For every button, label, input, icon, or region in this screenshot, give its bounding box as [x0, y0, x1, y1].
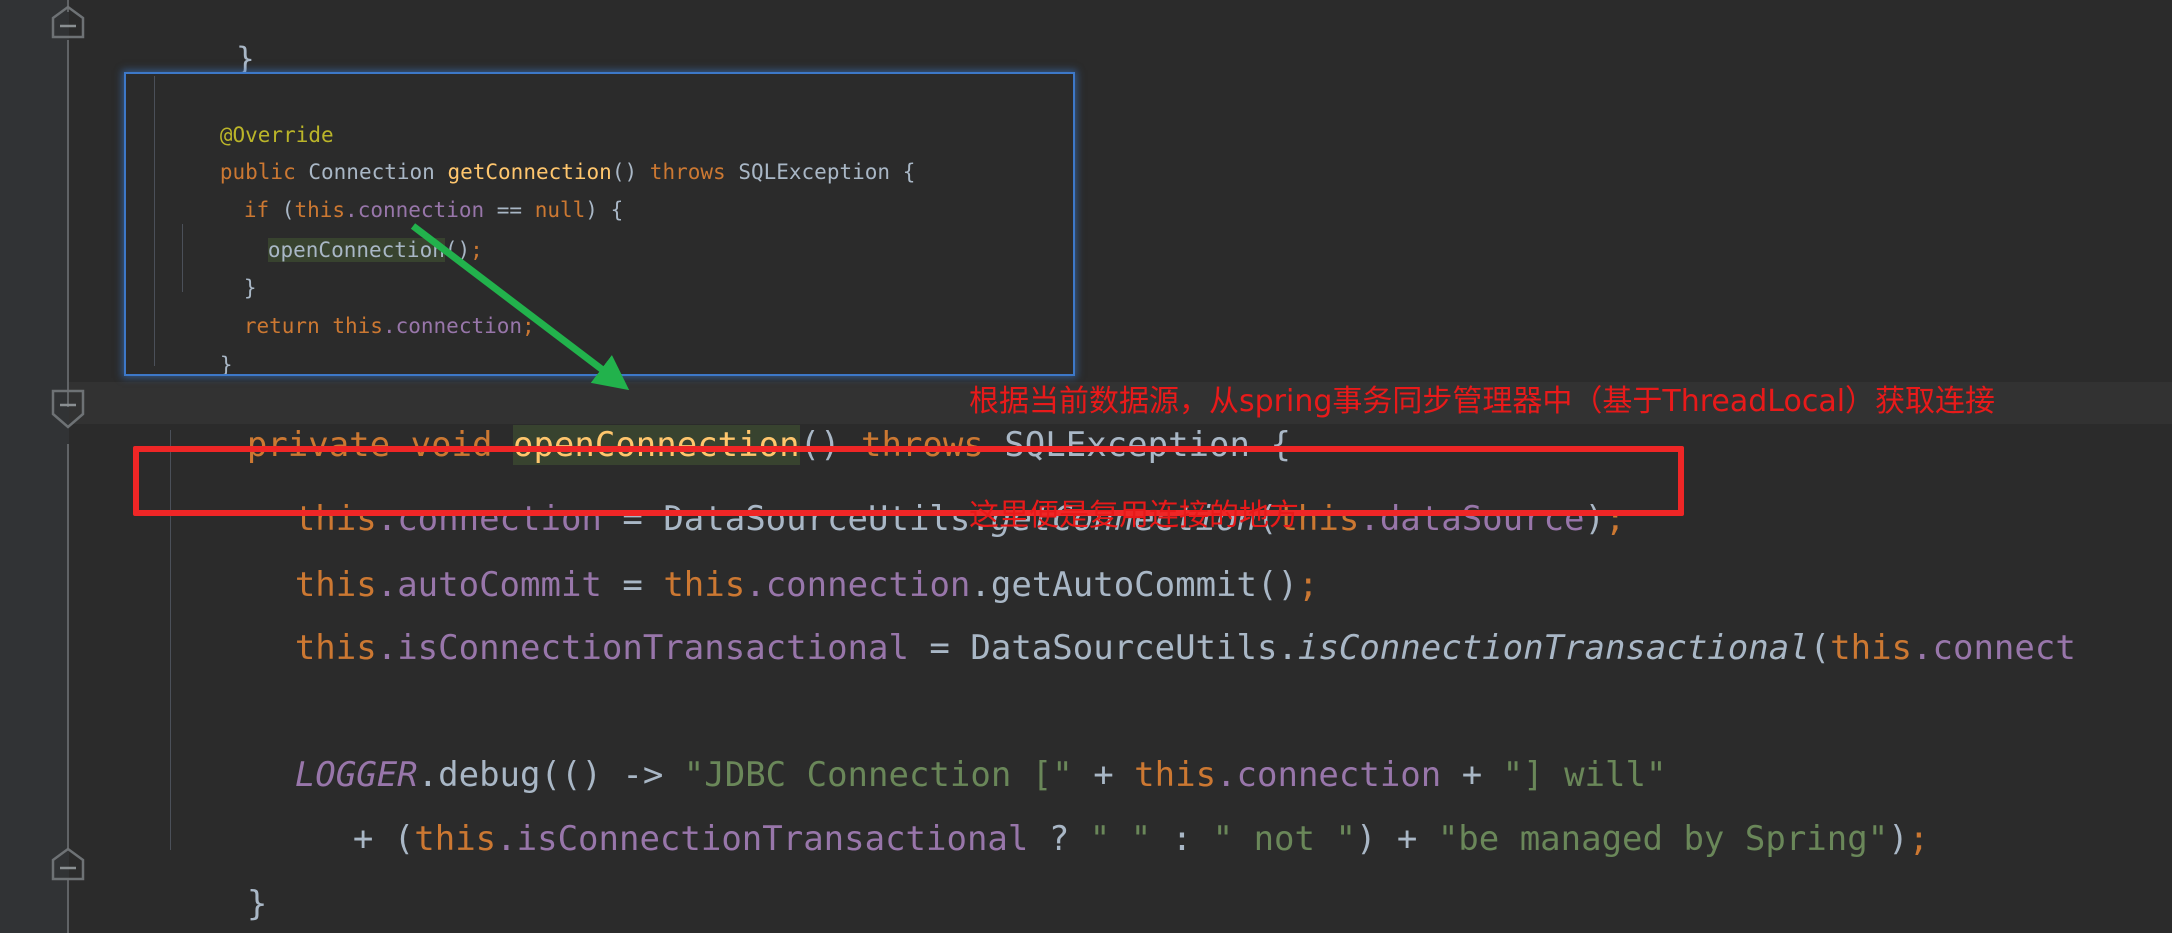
- paren-open-2: (: [1809, 628, 1831, 668]
- call-isconnectiontransactional: isConnectionTransactional: [1297, 628, 1810, 668]
- inset-line-close-method: }: [144, 326, 233, 376]
- inset-code-panel[interactable]: @Override public Connection getConnectio…: [124, 72, 1075, 376]
- ternary-colon: :: [1151, 819, 1213, 859]
- string-be-managed: "be managed by Spring": [1437, 819, 1889, 859]
- inset-close-method-brace: }: [219, 353, 233, 376]
- keyword-this-6: this: [1830, 628, 1913, 668]
- dot-8: .: [1277, 628, 1298, 668]
- if-close: ) {: [585, 198, 624, 222]
- brace-token-2: }: [246, 884, 268, 924]
- inset-semicolon-1: ;: [470, 238, 483, 262]
- keyword-throws-2: throws: [649, 160, 726, 184]
- keyword-null: null: [534, 198, 586, 222]
- close-plus: ) +: [1355, 819, 1438, 859]
- paren-close-tail: ): [1888, 819, 1909, 859]
- inset-semicolon-2: ;: [522, 314, 535, 338]
- annotation-line-2: 这里便是复用连接的地方: [969, 498, 1299, 533]
- code-line-logger-continuation: + (this.isConnectionTransactional ? " " …: [230, 779, 1929, 899]
- assign-op-3: =: [908, 628, 971, 668]
- inset-dot-2: .: [382, 314, 396, 338]
- field-connect-clipped: connect: [1932, 628, 2076, 668]
- type-sqlexception-2: SQLException: [738, 160, 891, 184]
- string-not: " not ": [1212, 819, 1356, 859]
- keyword-this-8: this: [414, 819, 497, 859]
- inset-field-connection-2: connection: [395, 314, 523, 338]
- class-datasourceutils-2: DataSourceUtils: [970, 628, 1278, 668]
- annotation-line-1: 根据当前数据源，从spring事务同步管理器中（基于ThreadLocal）获取…: [969, 384, 1996, 419]
- dot-7: .: [376, 628, 398, 668]
- field-isconnectiontransactional: isConnectionTransactional: [397, 628, 909, 668]
- inset-call-parens: (): [444, 238, 471, 262]
- inset-open-brace: {: [902, 160, 916, 184]
- eq-op: ==: [484, 198, 535, 222]
- keyword-this-inset-2: this: [332, 314, 383, 338]
- chinese-annotation-text: 根据当前数据源，从spring事务同步管理器中（基于ThreadLocal）获取…: [969, 307, 1995, 611]
- code-line-closing-brace: }: [124, 844, 267, 933]
- field-isconnectiontransactional-2: isConnectionTransactional: [516, 819, 1029, 859]
- ternary-question: ?: [1028, 819, 1090, 859]
- inset-call-openconnection: openConnection: [267, 238, 445, 262]
- plus-paren: + (: [352, 819, 415, 859]
- string-space: " ": [1089, 819, 1152, 859]
- dot-9: .: [1912, 628, 1933, 668]
- code-editor-screenshot: } private void openConnection() throws S…: [0, 0, 2172, 933]
- dot-12: .: [496, 819, 517, 859]
- semicolon-3: ;: [1908, 819, 1930, 859]
- keyword-this-5: this: [294, 628, 377, 668]
- keyword-return: return: [243, 314, 320, 338]
